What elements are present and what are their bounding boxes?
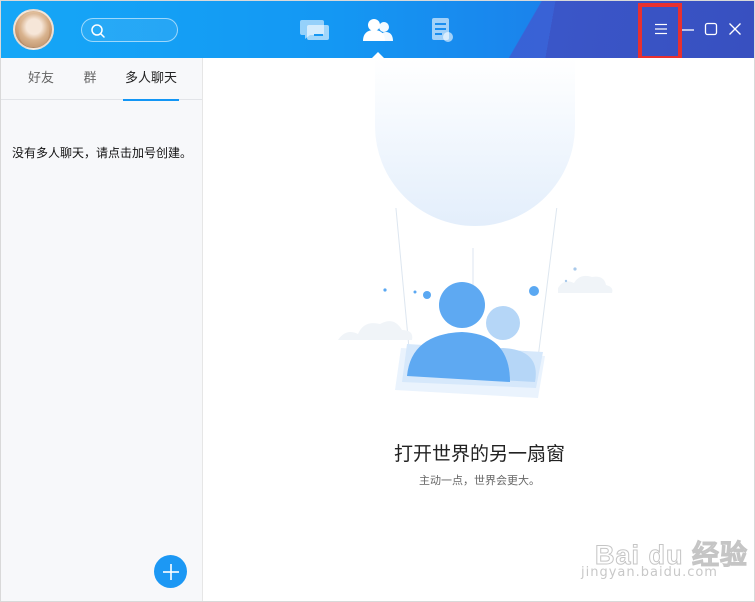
- title-bar: [1, 1, 754, 58]
- search-icon: [91, 24, 105, 38]
- tab-friends[interactable]: 好友: [15, 58, 67, 100]
- plus-icon: [162, 563, 179, 580]
- tab-groups[interactable]: 群: [73, 58, 107, 100]
- avatar[interactable]: [13, 9, 54, 50]
- app-window: 好友 群 多人聊天 没有多人聊天，请点击加号创建。 打开世界的另一扇窗 主动一点…: [0, 0, 755, 602]
- documents-icon[interactable]: [426, 15, 458, 45]
- close-icon[interactable]: [725, 19, 745, 39]
- main-panel: 打开世界的另一扇窗 主动一点，世界会更大。: [203, 58, 754, 601]
- chat-bubbles-icon[interactable]: [299, 15, 331, 45]
- empty-message: 没有多人聊天，请点击加号创建。: [12, 146, 193, 160]
- empty-state-headline: 打开世界的另一扇窗: [393, 443, 565, 465]
- menu-icon[interactable]: [651, 19, 671, 39]
- sidebar: 好友 群 多人聊天 没有多人聊天，请点击加号创建。: [1, 58, 203, 601]
- empty-state-illustration: [338, 208, 613, 398]
- sidebar-tabs: 好友 群 多人聊天: [1, 58, 202, 101]
- contacts-icon[interactable]: [362, 15, 394, 58]
- maximize-icon[interactable]: [701, 19, 721, 39]
- tab-multi-chat[interactable]: 多人聊天: [123, 58, 179, 101]
- balloon-decoration: [375, 58, 575, 226]
- add-chat-button[interactable]: [154, 555, 187, 588]
- minimize-icon[interactable]: [678, 19, 698, 39]
- empty-state-subline: 主动一点，世界会更大。: [419, 474, 540, 487]
- search-input[interactable]: [81, 18, 178, 42]
